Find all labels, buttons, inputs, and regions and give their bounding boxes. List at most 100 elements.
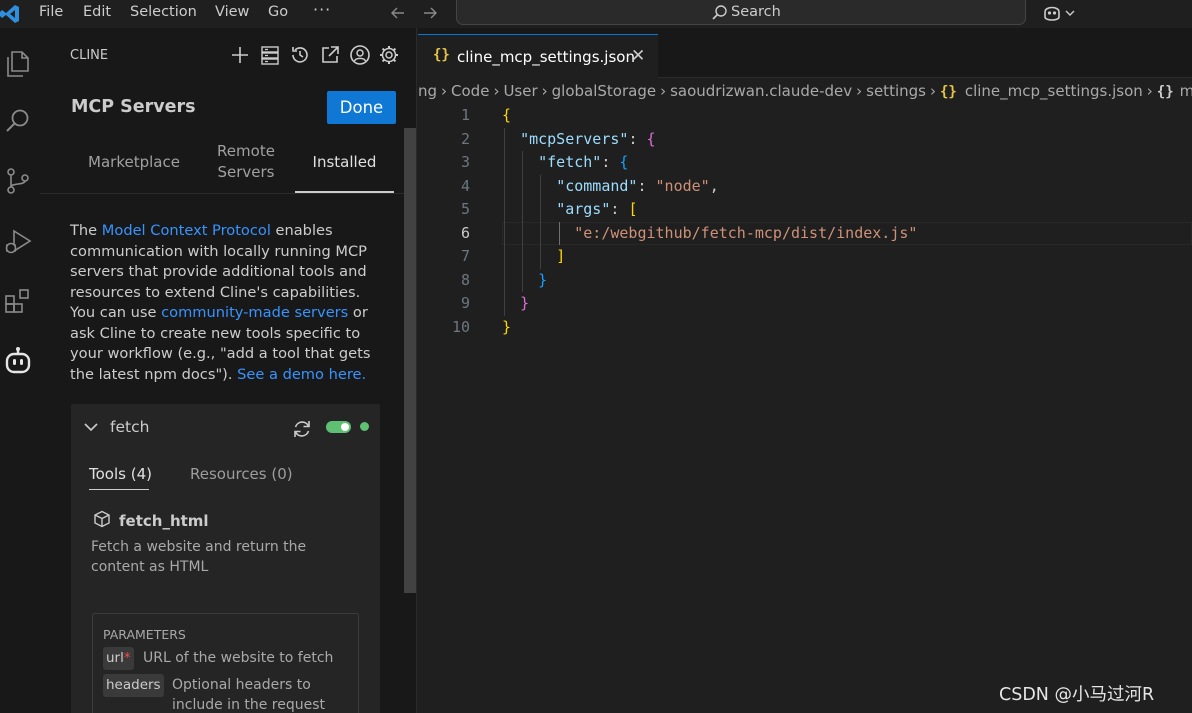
command-center-search[interactable]: Search [456, 0, 1026, 25]
done-button[interactable]: Done [327, 91, 396, 124]
close-tab-button[interactable]: ✕ [631, 46, 645, 66]
tab-marketplace[interactable]: Marketplace [86, 152, 182, 173]
search-sidebar-icon[interactable] [3, 106, 33, 136]
code-text: { [502, 104, 511, 128]
server-name[interactable]: fetch [110, 418, 149, 436]
back-arrow-icon[interactable] [388, 3, 408, 23]
explorer-icon[interactable] [3, 48, 33, 78]
cline-bot-icon[interactable] [3, 346, 33, 376]
required-marker: * [123, 650, 131, 666]
param-name: url* [103, 647, 134, 670]
param-name: headers [103, 674, 164, 697]
code-line: 10 } [418, 316, 1192, 340]
json-key: "mcpServers" [520, 129, 629, 148]
json-object-icon: {} [1156, 84, 1174, 100]
comma: , [709, 176, 719, 195]
tab-remote-servers[interactable]: Remote Servers [210, 141, 282, 183]
brace: } [502, 317, 512, 336]
menu-file[interactable]: File [39, 4, 63, 20]
refresh-icon[interactable] [291, 418, 313, 440]
line-number: 7 [460, 247, 470, 265]
line-number: 3 [460, 153, 470, 171]
line-number: 1 [460, 106, 470, 124]
forward-arrow-icon[interactable] [420, 3, 440, 23]
history-icon[interactable] [289, 44, 311, 66]
gear-icon[interactable] [378, 44, 400, 66]
copilot-icon[interactable] [1042, 3, 1078, 23]
activity-bar [0, 28, 40, 713]
code-text: ] [502, 245, 565, 269]
code-text: "mcpServers": { [502, 128, 656, 152]
code-editor[interactable]: 1 { 2 "mcpServers": { 3 "fetch": { 4 "co… [418, 104, 1192, 704]
code-line: 2 "mcpServers": { [418, 127, 1192, 152]
community-servers-link[interactable]: community-made servers [161, 304, 348, 321]
mcp-description: The Model Context Protocol enables commu… [70, 221, 388, 385]
json-file-icon: {} [939, 84, 957, 100]
colon: : [637, 176, 656, 195]
panel-scrollbar[interactable] [404, 128, 416, 593]
line-number: 2 [460, 129, 470, 148]
tab-tools[interactable]: Tools (4) [89, 465, 152, 483]
colon: : [601, 153, 620, 171]
json-key: "fetch" [538, 153, 602, 171]
tab-file-name: cline_mcp_settings.json [457, 48, 635, 66]
menu-edit[interactable]: Edit [83, 4, 111, 20]
editor-tab[interactable]: {} cline_mcp_settings.json ✕ [418, 34, 658, 79]
tool-description: Fetch a website and return the content a… [91, 539, 307, 575]
menu-view[interactable]: View [215, 4, 249, 20]
chevron-down-icon[interactable] [84, 422, 98, 432]
breadcrumb-item[interactable]: Code [451, 82, 489, 100]
chevron-right-icon: › [929, 82, 936, 100]
code-text: } [502, 316, 511, 340]
brace: { [646, 129, 656, 148]
breadcrumb-item[interactable]: globalStorage [552, 82, 656, 100]
more-menu-button[interactable]: ··· [313, 0, 331, 19]
account-icon[interactable] [349, 44, 371, 66]
source-control-icon[interactable] [3, 166, 33, 196]
chevron-right-icon: › [660, 82, 667, 100]
divider [40, 193, 408, 194]
page-title: MCP Servers [71, 97, 196, 117]
menu-selection[interactable]: Selection [130, 4, 197, 20]
line-number: 5 [460, 200, 470, 218]
code-text: "fetch": { [502, 151, 628, 175]
server-enabled-toggle[interactable] [326, 421, 351, 433]
open-external-icon[interactable] [319, 44, 341, 66]
breadcrumb-item[interactable]: settings [866, 82, 926, 100]
breadcrumb-item[interactable]: saoudrizwan.claude-dev [670, 82, 852, 100]
brace: { [619, 153, 629, 171]
run-debug-icon[interactable] [3, 226, 33, 256]
code-line: 1 { [418, 104, 1192, 128]
chevron-right-icon: › [1146, 82, 1153, 100]
tab-resources[interactable]: Resources (0) [190, 465, 293, 483]
breadcrumb-item[interactable]: User [503, 82, 537, 100]
breadcrumb-item[interactable]: m [1180, 82, 1192, 100]
breadcrumb: ng › Code › User › globalStorage › saoudrizwan.c… [418, 82, 1192, 104]
title-bar: File Edit Selection View Go ··· Search [0, 0, 1192, 28]
line-number: 10 [451, 317, 470, 336]
line-number: 9 [460, 294, 470, 312]
chevron-right-icon: › [493, 82, 500, 100]
editor-tab-bar: {} cline_mcp_settings.json ✕ [418, 28, 1192, 79]
plus-icon[interactable] [229, 44, 251, 66]
param-description: URL of the website to fetch [143, 650, 334, 666]
line-number: 4 [460, 176, 470, 195]
mcp-servers-icon[interactable] [259, 44, 281, 66]
panel-title: CLINE [70, 48, 109, 63]
model-context-protocol-link[interactable]: Model Context Protocol [102, 222, 271, 239]
code-text: "args": [ [502, 198, 637, 222]
line-number: 8 [460, 270, 470, 289]
code-text: "command": "node", [502, 175, 719, 199]
code-text: "e:/webgithub/fetch-mcp/dist/index.js" [502, 222, 917, 246]
demo-link[interactable]: See a demo here. [237, 366, 366, 383]
breadcrumb-item[interactable]: cline_mcp_settings.json [965, 82, 1143, 100]
param-description: Optional headers to include in the reque… [172, 677, 326, 713]
bracket: ] [556, 247, 566, 265]
tab-installed[interactable]: Installed [295, 152, 394, 173]
json-string: "e:/webgithub/fetch-mcp/dist/index.js" [574, 223, 918, 242]
menu-go[interactable]: Go [268, 4, 288, 20]
colon: : [610, 200, 629, 218]
extensions-icon[interactable] [3, 286, 33, 316]
breadcrumb-item[interactable]: ng [418, 82, 437, 100]
toggle-knob [341, 423, 349, 431]
